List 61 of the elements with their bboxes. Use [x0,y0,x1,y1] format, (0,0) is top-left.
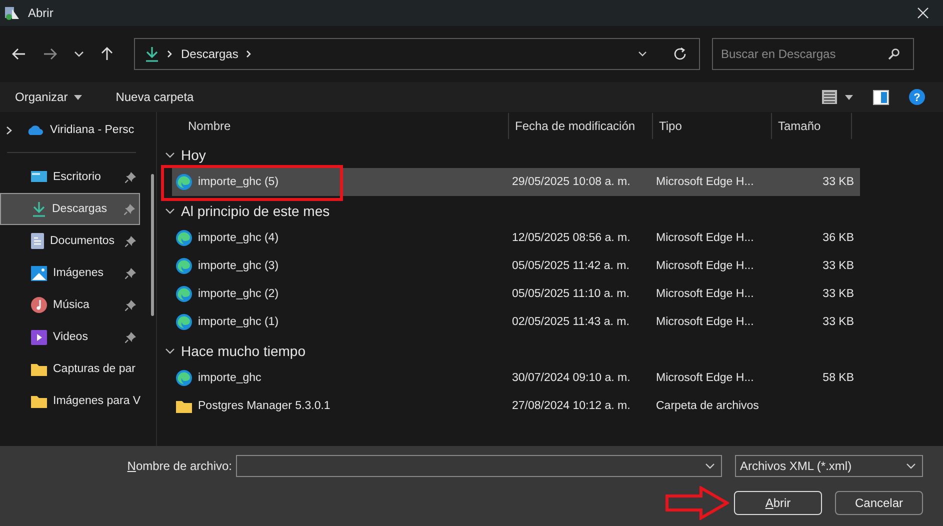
sidebar-item[interactable]: Imágenes [0,257,140,289]
size-cell: 58 KB [822,372,854,384]
date-cell: 29/05/2025 10:08 a. m. [512,176,630,188]
window-title: Abrir [28,6,54,20]
size-cell: 33 KB [822,316,854,328]
date-cell: 12/05/2025 08:56 a. m. [512,232,630,244]
file-row[interactable]: importe_ghc (2) 05/05/2025 11:10 a. m. Microsoft Edge H... 33 KB [172,280,860,308]
type-cell: Microsoft Edge H... [656,232,754,244]
help-icon[interactable]: ? [909,89,925,105]
column-header[interactable]: Fecha de modificación [515,119,636,133]
file-row[interactable]: Postgres Manager 5.3.0.1 27/08/2024 10:12 a. m. Carpeta de archivos [172,392,860,420]
dialog-button[interactable]: Cancelar [835,491,923,515]
group-header[interactable]: Hoy [161,141,943,168]
column-header[interactable]: Nombre [188,119,231,133]
file-type-dropdown[interactable]: Archivos XML (*.xml) [735,455,923,477]
file-name: importe_ghc (2) [198,288,279,300]
sidebar-item[interactable]: Imágenes para V [0,385,140,417]
sidebar-item[interactable]: Escritorio [0,161,140,193]
column-header[interactable]: Tipo [659,119,682,133]
file-row[interactable]: importe_ghc 30/07/2024 09:10 a. m. Microsoft Edge H... 58 KB [172,364,860,392]
date-cell: 05/05/2025 11:42 a. m. [512,260,630,272]
file-row[interactable]: importe_ghc (4) 12/05/2025 08:56 a. m. Microsoft Edge H... 36 KB [172,224,860,252]
date-cell: 27/08/2024 10:12 a. m. [512,400,630,412]
type-cell: Carpeta de archivos [656,400,759,412]
type-cell: Microsoft Edge H... [656,288,754,300]
type-cell: Microsoft Edge H... [656,372,754,384]
toolbar-button[interactable]: Organizar [8,86,89,108]
size-cell: 36 KB [822,232,854,244]
size-cell: 33 KB [822,260,854,272]
sidebar-item[interactable]: Música [0,289,140,321]
size-cell: 33 KB [822,176,854,188]
file-name: importe_ghc (1) [198,316,279,328]
date-cell: 02/05/2025 11:43 a. m. [512,316,630,328]
toolbar-button[interactable]: Nueva carpeta [108,86,201,108]
file-name: importe_ghc (3) [198,260,279,272]
file-name: Postgres Manager 5.3.0.1 [198,400,330,412]
field-label: Nombre de archivo: [127,459,232,473]
sidebar-item[interactable]: Viridiana - Persc [0,118,140,142]
column-header[interactable]: Tamaño [778,119,821,133]
group-header[interactable]: Hace mucho tiempo [161,337,943,364]
dialog-button[interactable]: Abrir [734,491,822,515]
sidebar-item[interactable]: Capturas de par [0,353,140,385]
sidebar-item[interactable]: Documentos [0,225,140,257]
file-name: importe_ghc (4) [198,232,279,244]
file-name: importe_ghc (5) [198,176,279,188]
path-segment[interactable]: Descargas [181,47,238,61]
sidebar-item-selected[interactable]: Descargas [0,193,140,225]
sidebar-item[interactable]: Videos [0,321,140,353]
type-cell: Microsoft Edge H... [656,316,754,328]
file-name: importe_ghc [198,372,262,384]
size-cell: 33 KB [822,288,854,300]
address-bar[interactable]: Descargas [134,38,700,70]
search-field[interactable]: Buscar en Descargas [712,38,914,70]
file-row-selected[interactable]: importe_ghc (5) 29/05/2025 10:08 a. m. Microsoft Edge H... 33 KB [172,168,860,196]
date-cell: 05/05/2025 11:10 a. m. [512,288,630,300]
group-header[interactable]: Al principio de este mes [161,197,943,224]
date-cell: 30/07/2024 09:10 a. m. [512,372,630,384]
file-row[interactable]: importe_ghc (1) 02/05/2025 11:43 a. m. Microsoft Edge H... 33 KB [172,308,860,336]
type-cell: Microsoft Edge H... [656,260,754,272]
type-cell: Microsoft Edge H... [656,176,754,188]
file-row[interactable]: importe_ghc (3) 05/05/2025 11:42 a. m. Microsoft Edge H... 33 KB [172,252,860,280]
